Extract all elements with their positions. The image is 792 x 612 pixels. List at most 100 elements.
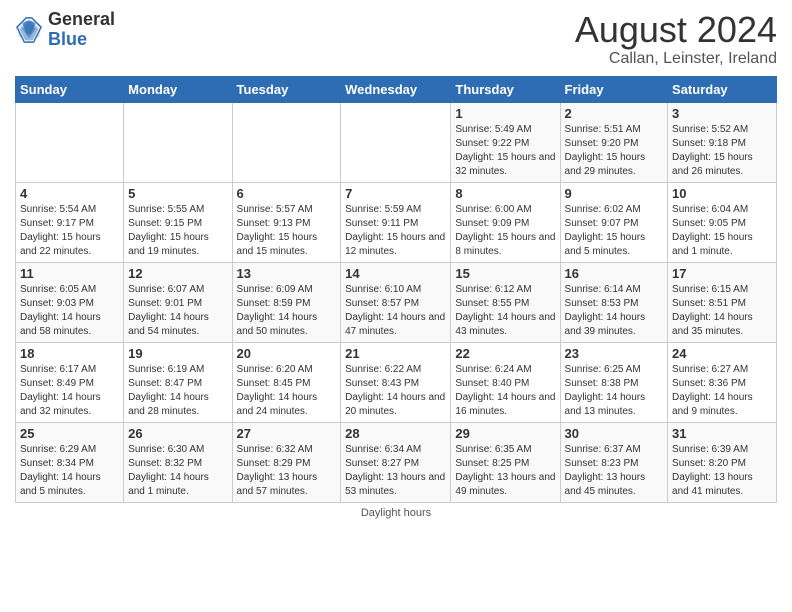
day-number: 11 xyxy=(20,266,119,281)
day-number: 27 xyxy=(237,426,337,441)
day-info: Sunrise: 5:49 AMSunset: 9:22 PMDaylight:… xyxy=(455,124,555,177)
day-info: Sunrise: 6:27 AMSunset: 8:36 PMDaylight:… xyxy=(672,364,753,417)
calendar-cell: 15 Sunrise: 6:12 AMSunset: 8:55 PMDaylig… xyxy=(451,262,560,342)
calendar-cell xyxy=(16,102,124,182)
day-number: 28 xyxy=(345,426,446,441)
calendar-cell: 6 Sunrise: 5:57 AMSunset: 9:13 PMDayligh… xyxy=(232,182,341,262)
footer-note: Daylight hours xyxy=(15,507,777,519)
day-info: Sunrise: 6:22 AMSunset: 8:43 PMDaylight:… xyxy=(345,364,445,417)
calendar-cell: 26 Sunrise: 6:30 AMSunset: 8:32 PMDaylig… xyxy=(124,422,232,502)
day-number: 24 xyxy=(672,346,772,361)
calendar-cell: 1 Sunrise: 5:49 AMSunset: 9:22 PMDayligh… xyxy=(451,102,560,182)
day-info: Sunrise: 6:07 AMSunset: 9:01 PMDaylight:… xyxy=(128,284,209,337)
day-info: Sunrise: 6:25 AMSunset: 8:38 PMDaylight:… xyxy=(565,364,646,417)
day-number: 21 xyxy=(345,346,446,361)
calendar-cell: 19 Sunrise: 6:19 AMSunset: 8:47 PMDaylig… xyxy=(124,342,232,422)
day-header: Tuesday xyxy=(232,76,341,102)
calendar-cell: 7 Sunrise: 5:59 AMSunset: 9:11 PMDayligh… xyxy=(341,182,451,262)
calendar-cell: 21 Sunrise: 6:22 AMSunset: 8:43 PMDaylig… xyxy=(341,342,451,422)
day-number: 15 xyxy=(455,266,555,281)
day-info: Sunrise: 6:34 AMSunset: 8:27 PMDaylight:… xyxy=(345,444,445,497)
day-info: Sunrise: 5:51 AMSunset: 9:20 PMDaylight:… xyxy=(565,124,646,177)
day-info: Sunrise: 5:59 AMSunset: 9:11 PMDaylight:… xyxy=(345,204,445,257)
calendar-cell: 10 Sunrise: 6:04 AMSunset: 9:05 PMDaylig… xyxy=(668,182,777,262)
calendar-cell: 28 Sunrise: 6:34 AMSunset: 8:27 PMDaylig… xyxy=(341,422,451,502)
day-info: Sunrise: 6:17 AMSunset: 8:49 PMDaylight:… xyxy=(20,364,101,417)
day-number: 17 xyxy=(672,266,772,281)
day-number: 8 xyxy=(455,186,555,201)
day-info: Sunrise: 6:37 AMSunset: 8:23 PMDaylight:… xyxy=(565,444,646,497)
day-header: Friday xyxy=(560,76,668,102)
day-number: 12 xyxy=(128,266,227,281)
day-number: 4 xyxy=(20,186,119,201)
day-info: Sunrise: 5:54 AMSunset: 9:17 PMDaylight:… xyxy=(20,204,101,257)
header-row: SundayMondayTuesdayWednesdayThursdayFrid… xyxy=(16,76,777,102)
calendar-cell: 14 Sunrise: 6:10 AMSunset: 8:57 PMDaylig… xyxy=(341,262,451,342)
calendar-week-row: 18 Sunrise: 6:17 AMSunset: 8:49 PMDaylig… xyxy=(16,342,777,422)
page-header: General Blue August 2024 Callan, Leinste… xyxy=(15,10,777,68)
calendar-cell: 25 Sunrise: 6:29 AMSunset: 8:34 PMDaylig… xyxy=(16,422,124,502)
day-number: 10 xyxy=(672,186,772,201)
calendar-cell: 8 Sunrise: 6:00 AMSunset: 9:09 PMDayligh… xyxy=(451,182,560,262)
day-number: 20 xyxy=(237,346,337,361)
day-info: Sunrise: 6:29 AMSunset: 8:34 PMDaylight:… xyxy=(20,444,101,497)
calendar-cell: 17 Sunrise: 6:15 AMSunset: 8:51 PMDaylig… xyxy=(668,262,777,342)
day-info: Sunrise: 6:12 AMSunset: 8:55 PMDaylight:… xyxy=(455,284,555,337)
calendar-cell: 13 Sunrise: 6:09 AMSunset: 8:59 PMDaylig… xyxy=(232,262,341,342)
location: Callan, Leinster, Ireland xyxy=(575,50,777,68)
calendar-cell: 4 Sunrise: 5:54 AMSunset: 9:17 PMDayligh… xyxy=(16,182,124,262)
day-header: Saturday xyxy=(668,76,777,102)
day-number: 29 xyxy=(455,426,555,441)
day-info: Sunrise: 5:57 AMSunset: 9:13 PMDaylight:… xyxy=(237,204,318,257)
calendar-cell xyxy=(124,102,232,182)
day-info: Sunrise: 6:30 AMSunset: 8:32 PMDaylight:… xyxy=(128,444,209,497)
calendar-cell: 5 Sunrise: 5:55 AMSunset: 9:15 PMDayligh… xyxy=(124,182,232,262)
day-number: 25 xyxy=(20,426,119,441)
day-number: 31 xyxy=(672,426,772,441)
day-info: Sunrise: 5:52 AMSunset: 9:18 PMDaylight:… xyxy=(672,124,753,177)
calendar-cell: 31 Sunrise: 6:39 AMSunset: 8:20 PMDaylig… xyxy=(668,422,777,502)
title-block: August 2024 Callan, Leinster, Ireland xyxy=(575,10,777,68)
day-header: Wednesday xyxy=(341,76,451,102)
logo-text: General Blue xyxy=(48,10,115,50)
day-number: 26 xyxy=(128,426,227,441)
day-number: 6 xyxy=(237,186,337,201)
calendar-cell xyxy=(232,102,341,182)
day-info: Sunrise: 6:02 AMSunset: 9:07 PMDaylight:… xyxy=(565,204,646,257)
day-number: 13 xyxy=(237,266,337,281)
day-number: 1 xyxy=(455,106,555,121)
calendar-table: SundayMondayTuesdayWednesdayThursdayFrid… xyxy=(15,76,777,503)
day-header: Sunday xyxy=(16,76,124,102)
day-number: 23 xyxy=(565,346,664,361)
calendar-cell: 12 Sunrise: 6:07 AMSunset: 9:01 PMDaylig… xyxy=(124,262,232,342)
calendar-cell: 11 Sunrise: 6:05 AMSunset: 9:03 PMDaylig… xyxy=(16,262,124,342)
day-number: 19 xyxy=(128,346,227,361)
calendar-week-row: 1 Sunrise: 5:49 AMSunset: 9:22 PMDayligh… xyxy=(16,102,777,182)
logo-icon xyxy=(15,16,43,44)
calendar-cell: 27 Sunrise: 6:32 AMSunset: 8:29 PMDaylig… xyxy=(232,422,341,502)
logo-general: General xyxy=(48,10,115,30)
day-number: 30 xyxy=(565,426,664,441)
day-header: Monday xyxy=(124,76,232,102)
day-info: Sunrise: 6:04 AMSunset: 9:05 PMDaylight:… xyxy=(672,204,753,257)
day-number: 9 xyxy=(565,186,664,201)
day-number: 18 xyxy=(20,346,119,361)
day-info: Sunrise: 6:32 AMSunset: 8:29 PMDaylight:… xyxy=(237,444,318,497)
day-info: Sunrise: 6:39 AMSunset: 8:20 PMDaylight:… xyxy=(672,444,753,497)
day-info: Sunrise: 6:24 AMSunset: 8:40 PMDaylight:… xyxy=(455,364,555,417)
calendar-cell: 2 Sunrise: 5:51 AMSunset: 9:20 PMDayligh… xyxy=(560,102,668,182)
calendar-cell: 20 Sunrise: 6:20 AMSunset: 8:45 PMDaylig… xyxy=(232,342,341,422)
calendar-cell xyxy=(341,102,451,182)
day-info: Sunrise: 6:10 AMSunset: 8:57 PMDaylight:… xyxy=(345,284,445,337)
day-info: Sunrise: 6:19 AMSunset: 8:47 PMDaylight:… xyxy=(128,364,209,417)
day-info: Sunrise: 6:20 AMSunset: 8:45 PMDaylight:… xyxy=(237,364,318,417)
day-info: Sunrise: 6:15 AMSunset: 8:51 PMDaylight:… xyxy=(672,284,753,337)
calendar-cell: 9 Sunrise: 6:02 AMSunset: 9:07 PMDayligh… xyxy=(560,182,668,262)
day-header: Thursday xyxy=(451,76,560,102)
calendar-cell: 30 Sunrise: 6:37 AMSunset: 8:23 PMDaylig… xyxy=(560,422,668,502)
day-info: Sunrise: 6:00 AMSunset: 9:09 PMDaylight:… xyxy=(455,204,555,257)
day-number: 2 xyxy=(565,106,664,121)
daylight-label: Daylight hours xyxy=(361,507,431,519)
calendar-cell: 3 Sunrise: 5:52 AMSunset: 9:18 PMDayligh… xyxy=(668,102,777,182)
calendar-week-row: 11 Sunrise: 6:05 AMSunset: 9:03 PMDaylig… xyxy=(16,262,777,342)
